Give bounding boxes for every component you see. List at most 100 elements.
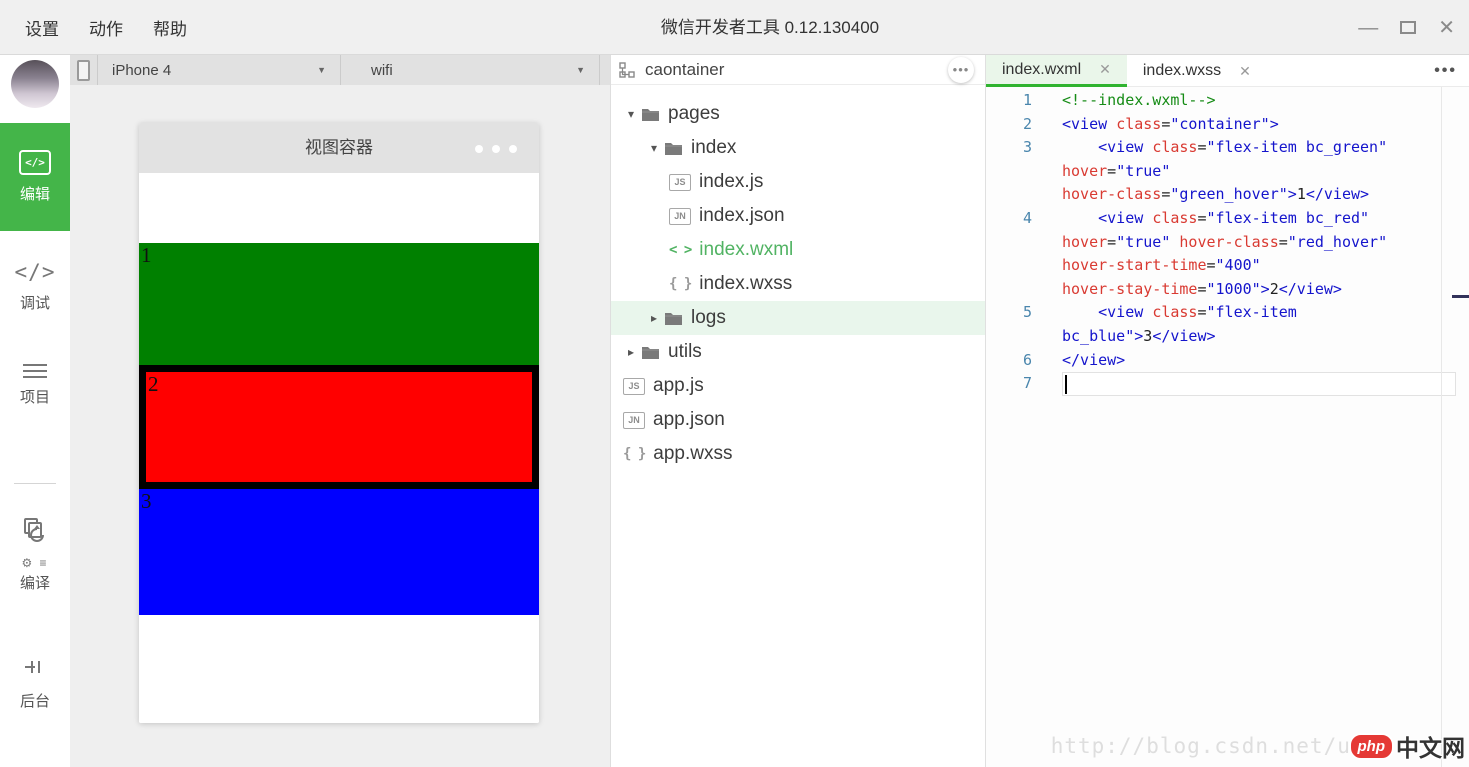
code-text[interactable]: hover="true" xyxy=(1062,160,1469,184)
close-icon[interactable]: ✕ xyxy=(1239,63,1251,80)
tree-item-label: index.json xyxy=(699,205,785,227)
view-container-box-3[interactable]: 3 xyxy=(139,489,539,615)
tree-item-pages[interactable]: ▾pages xyxy=(611,97,986,131)
code-text[interactable]: <!--index.wxml--> xyxy=(1062,89,1469,113)
sidebar-item-label: 项目 xyxy=(20,386,50,407)
line-number: 3 xyxy=(986,136,1032,160)
tab-overflow-icon[interactable]: ••• xyxy=(1434,55,1457,87)
tree-item-index.js[interactable]: JSindex.js xyxy=(611,165,986,199)
network-select[interactable]: wifi ▼ xyxy=(341,55,599,85)
tree-item-app.json[interactable]: JN app.json xyxy=(611,403,986,437)
more-dots-icon[interactable] xyxy=(475,145,517,153)
minimize-icon[interactable]: — xyxy=(1358,18,1378,38)
json-file-icon: JN xyxy=(669,208,691,225)
chevron-right-icon[interactable]: ▸ xyxy=(646,311,662,325)
editor-tab-bar: index.wxml ✕ index.wxss ✕ xyxy=(986,55,1469,87)
code-text[interactable]: bc_blue">3</view> xyxy=(1062,325,1469,349)
menu-item-1[interactable]: 动作 xyxy=(74,15,138,40)
tree-item-index[interactable]: ▾index xyxy=(611,131,986,165)
code-text[interactable]: </view> xyxy=(1062,349,1469,373)
folder-icon xyxy=(664,311,683,326)
background-icon xyxy=(22,657,48,682)
code-text[interactable]: <view class="flex-item bc_green" xyxy=(1062,136,1469,160)
code-text[interactable]: <view class="flex-item xyxy=(1062,301,1469,325)
window-title: 微信开发者工具 0.12.130400 xyxy=(661,0,879,55)
code-line-7: 7 xyxy=(986,372,1469,396)
php-logo-text: 中文网 xyxy=(1396,729,1465,763)
phone-page-content: 1 2 3 xyxy=(139,173,539,723)
tree-item-label: app.js xyxy=(653,375,704,397)
js-file-icon: JS xyxy=(669,174,691,191)
tree-item-label: app.json xyxy=(653,409,725,431)
chevron-down-icon[interactable]: ▾ xyxy=(623,107,639,121)
tree-item-utils[interactable]: ▸ utils xyxy=(611,335,986,369)
code-text[interactable]: hover-start-time="400" xyxy=(1062,254,1469,278)
js-file-icon: JS xyxy=(623,378,645,395)
tree-item-logs[interactable]: ▸ logs xyxy=(611,301,986,335)
tree-item-label: index.wxml xyxy=(699,239,793,261)
menu-item-2[interactable]: 帮助 xyxy=(138,15,202,40)
phone-preview: 视图容器 123 xyxy=(139,123,539,723)
json-file-icon: JN xyxy=(623,412,645,429)
close-icon[interactable]: ✕ xyxy=(1438,18,1455,38)
tree-structure-icon xyxy=(619,62,635,78)
tab-label: index.wxss xyxy=(1143,62,1221,80)
chevron-right-icon[interactable]: ▸ xyxy=(623,345,639,359)
menu-item-0[interactable]: 设置 xyxy=(10,15,74,40)
sidebar-item-project[interactable]: 项目 xyxy=(0,353,70,417)
tab-index.wxml[interactable]: index.wxml ✕ xyxy=(986,55,1127,87)
chevron-down-icon: ▼ xyxy=(317,65,326,75)
device-frame-icon[interactable] xyxy=(70,55,97,85)
view-container-box-2[interactable]: 2 xyxy=(139,365,539,489)
code-text[interactable]: hover-class="green_hover">1</view> xyxy=(1062,183,1469,207)
maximize-icon[interactable] xyxy=(1400,21,1416,34)
tree-item-label: utils xyxy=(668,341,702,363)
folder-icon xyxy=(641,345,660,360)
sidebar-item-debug[interactable]: </> 调试 xyxy=(0,251,70,321)
tree-item-index.json[interactable]: JN index.json xyxy=(611,199,986,233)
device-select[interactable]: iPhone 4 ▼ xyxy=(98,55,340,85)
device-select-value: iPhone 4 xyxy=(112,62,171,79)
editor-scrollbar-track[interactable] xyxy=(1441,87,1442,767)
view-container-box-1[interactable]: 1 xyxy=(139,243,539,365)
code-text[interactable]: hover-stay-time="1000">2</view> xyxy=(1062,278,1469,302)
tree-item-app.js[interactable]: JS app.js xyxy=(611,369,986,403)
line-number: 5 xyxy=(986,301,1032,325)
gear-lines-icon: ⚙ ≡ xyxy=(21,556,48,570)
wechat-devtools-window: 设置动作帮助 微信开发者工具 0.12.130400 — ✕ </> 编辑 </… xyxy=(0,0,1469,767)
code-area[interactable]: 1<!--index.wxml-->2<view class="containe… xyxy=(986,87,1469,767)
sidebar-item-label: 调试 xyxy=(20,292,50,313)
code-screen-icon: </> xyxy=(19,150,51,175)
simulator-toolbar: iPhone 4 ▼ wifi ▼ xyxy=(70,55,610,85)
code-line-wrap-10: bc_blue">3</view> xyxy=(986,325,1469,349)
avatar[interactable] xyxy=(11,60,59,108)
line-number: 7 xyxy=(986,372,1032,396)
code-text[interactable]: <view class="container"> xyxy=(1062,113,1469,137)
line-number xyxy=(986,160,1032,184)
chevron-down-icon[interactable]: ▾ xyxy=(646,141,662,155)
tree-item-app.wxss[interactable]: { }app.wxss xyxy=(611,437,986,471)
tree-item-index.wxss[interactable]: { }index.wxss xyxy=(611,267,986,301)
box-number: 3 xyxy=(139,489,539,512)
close-icon[interactable]: ✕ xyxy=(1099,61,1111,78)
sidebar-item-background[interactable]: 后台 xyxy=(0,653,70,715)
hamburger-icon xyxy=(23,364,47,378)
sidebar-item-compile[interactable]: ⚙ ≡ 编译 xyxy=(0,507,70,603)
ellipsis-icon[interactable]: ••• xyxy=(948,57,974,83)
php-logo-badge: php xyxy=(1349,733,1395,760)
line-number xyxy=(986,254,1032,278)
sidebar-item-edit[interactable]: </> 编辑 xyxy=(0,123,70,231)
tree-item-index.wxml[interactable]: < >index.wxml xyxy=(611,233,986,267)
file-tree-panel: caontainer ••• ▾pages▾indexJSindex.jsJNi… xyxy=(610,55,985,767)
code-text[interactable] xyxy=(1062,372,1456,396)
tree-item-label: logs xyxy=(691,307,726,329)
code-text[interactable]: <view class="flex-item bc_red" xyxy=(1062,207,1469,231)
box-number: 2 xyxy=(146,372,532,395)
line-number: 1 xyxy=(986,89,1032,113)
line-number xyxy=(986,231,1032,255)
tab-label: index.wxml xyxy=(1002,61,1081,79)
wxss-file-icon: { } xyxy=(669,276,691,292)
tab-index.wxss[interactable]: index.wxss ✕ xyxy=(1127,55,1267,87)
sidebar-item-label: 后台 xyxy=(20,690,50,711)
code-text[interactable]: hover="true" hover-class="red_hover" xyxy=(1062,231,1469,255)
